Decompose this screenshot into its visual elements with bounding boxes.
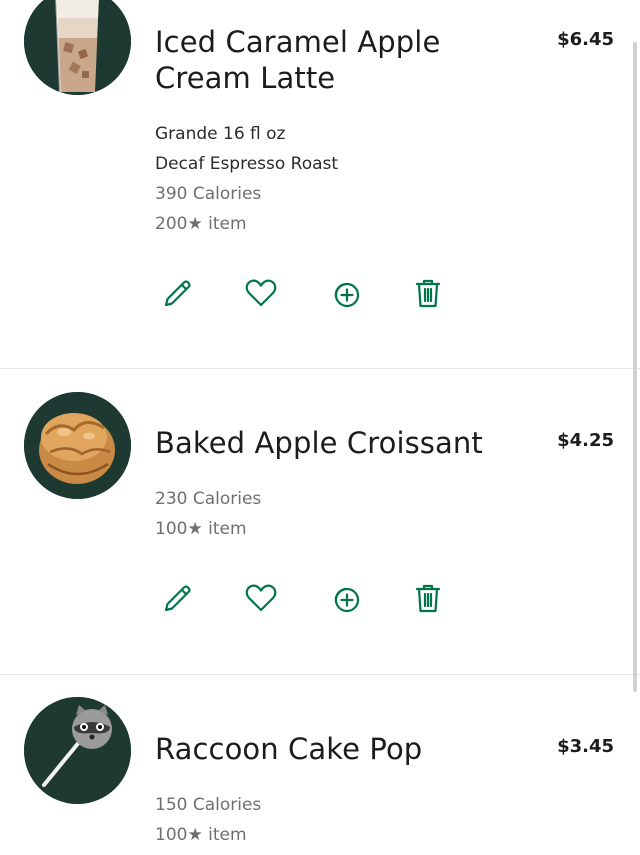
cart-item: Iced Caramel Apple Cream Latte $6.45 Gra…: [0, 0, 640, 368]
item-price: $4.25: [557, 430, 614, 451]
delete-button[interactable]: [408, 273, 448, 313]
edit-button[interactable]: [158, 578, 198, 618]
cart-items-list: Iced Caramel Apple Cream Latte $6.45 Gra…: [0, 0, 640, 855]
pencil-icon: [164, 280, 191, 307]
heart-icon: [245, 279, 277, 307]
trash-icon: [415, 584, 441, 613]
add-again-button[interactable]: [325, 578, 365, 618]
item-price: $3.45: [557, 736, 614, 757]
favorite-button[interactable]: [241, 273, 281, 313]
item-calories: 230 Calories: [155, 489, 262, 509]
cart-item: Raccoon Cake Pop $3.45 150 Calories 100★…: [0, 675, 640, 855]
item-name: Iced Caramel Apple Cream Latte: [155, 25, 441, 95]
item-name: Raccoon Cake Pop: [155, 732, 423, 766]
item-actions: [158, 578, 448, 618]
add-circle-icon: [334, 587, 360, 613]
item-calories: 390 Calories: [155, 184, 262, 204]
cake-pop-thumbnail: [24, 697, 131, 804]
latte-thumbnail: [24, 0, 131, 95]
favorite-button[interactable]: [241, 578, 281, 618]
add-again-button[interactable]: [325, 273, 365, 313]
item-stars: 200★ item: [155, 214, 247, 234]
item-price: $6.45: [557, 29, 614, 50]
item-option: Decaf Espresso Roast: [155, 154, 339, 174]
item-stars: 100★ item: [155, 825, 247, 845]
edit-button[interactable]: [158, 273, 198, 313]
item-stars: 100★ item: [155, 519, 247, 539]
pencil-icon: [164, 585, 191, 612]
scrollbar[interactable]: [633, 42, 637, 692]
add-circle-icon: [334, 282, 360, 308]
item-size: Grande 16 fl oz: [155, 124, 286, 144]
croissant-thumbnail: [24, 392, 131, 499]
cart-item: Baked Apple Croissant $4.25 230 Calories…: [0, 369, 640, 674]
item-calories: 150 Calories: [155, 795, 262, 815]
item-name: Baked Apple Croissant: [155, 426, 483, 460]
trash-icon: [415, 279, 441, 308]
heart-icon: [245, 584, 277, 612]
delete-button[interactable]: [408, 578, 448, 618]
item-actions: [158, 273, 448, 313]
